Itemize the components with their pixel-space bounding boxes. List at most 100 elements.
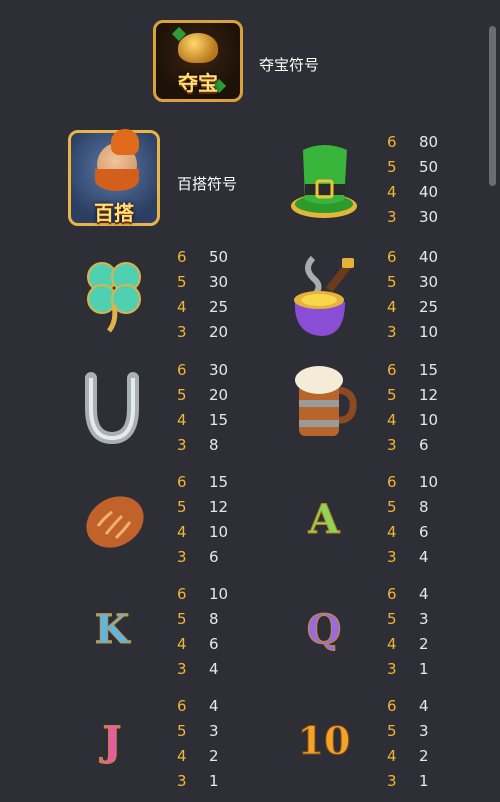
pay-row: 5 30 [387,270,438,295]
wild-label: 百搭符号 [177,175,238,193]
pay-row: 6 15 [387,358,438,383]
match-count: 5 [387,158,397,176]
paytable-horseshoe: 6 30 5 20 4 15 3 8 [177,358,228,458]
payout-value: 15 [209,473,229,491]
pay-row: 5 30 [177,270,228,295]
pay-row: 4 15 [177,408,228,433]
payout-value: 80 [419,133,439,151]
pay-row: 42 [177,744,219,769]
match-count: 6 [177,473,187,491]
payout-value: 6 [419,436,429,454]
payout-value: 30 [209,273,229,291]
scrollbar[interactable] [489,26,496,186]
bread-loaf-icon [86,496,144,548]
match-count: 5 [387,722,397,740]
match-count: 4 [177,635,187,653]
match-count: 6 [387,248,397,266]
match-count: 6 [387,133,397,151]
pay-row: 31 [387,769,429,794]
match-count: 5 [177,273,187,291]
pay-row: 3 20 [177,320,228,345]
pay-row: 4 40 [387,180,438,205]
match-count: 3 [387,436,397,454]
payout-value: 1 [209,772,219,790]
payout-value: 4 [209,660,219,678]
payout-value: 30 [209,361,229,379]
paytable-a: 6 10 5 8 4 6 3 4 [387,470,438,570]
paytable-ten: 64534231 [387,694,429,794]
payout-value: 15 [209,411,229,429]
match-count: 3 [177,323,187,341]
number-10-icon: 10 [297,718,351,764]
match-count: 3 [387,548,397,566]
payout-value: 1 [419,772,429,790]
pay-row: 53 [177,719,219,744]
scatter-label: 夺宝符号 [259,56,320,74]
match-count: 4 [387,635,397,653]
treasure-pot-icon: 夺宝 [153,20,243,102]
scatter-badge: 夺宝 [178,71,218,95]
payout-value: 2 [419,635,429,653]
paytable-mug: 6 15 5 12 4 10 3 6 [387,358,438,458]
match-count: 3 [387,323,397,341]
payout-value: 12 [209,498,229,516]
match-count: 3 [177,436,187,454]
pay-row: 4 25 [387,295,438,320]
match-count: 6 [177,697,187,715]
payout-value: 8 [209,610,219,628]
pay-row: 46 [387,520,438,545]
payout-value: 10 [419,411,439,429]
payout-value: 30 [419,208,439,226]
match-count: 6 [387,697,397,715]
match-count: 4 [177,747,187,765]
match-count: 6 [387,585,397,603]
payout-value: 1 [419,660,429,678]
payout-value: 3 [419,722,429,740]
match-count: 5 [177,722,187,740]
payout-value: 15 [419,361,439,379]
pay-row: 4 10 [387,408,438,433]
pay-row: 34 [387,545,438,570]
pay-row: 4 10 [177,520,228,545]
four-leaf-clover-icon [87,262,141,333]
match-count: 5 [387,386,397,404]
match-count: 4 [387,298,397,316]
pay-row: 5 20 [177,383,228,408]
pay-row: 64 [177,694,219,719]
pay-row: 4 25 [177,295,228,320]
pay-row: 58 [177,607,228,632]
payout-value: 8 [209,436,219,454]
pay-row: 6 50 [177,245,228,270]
pay-row: 36 [177,545,228,570]
payout-value: 20 [209,386,229,404]
payout-value: 12 [419,386,439,404]
pay-row: 6 10 [387,470,438,495]
letter-a-icon: A [308,496,340,544]
match-count: 3 [387,208,397,226]
pay-row: 42 [387,744,429,769]
letter-q-icon: Q [306,606,342,654]
match-count: 5 [387,498,397,516]
paytable-clover: 6 50 5 30 4 25 3 20 [177,245,228,345]
payout-value: 20 [209,323,229,341]
pay-row: 46 [177,632,228,657]
match-count: 6 [177,361,187,379]
pay-row: 6 15 [177,470,228,495]
match-count: 3 [177,772,187,790]
match-count: 4 [177,298,187,316]
payout-value: 25 [419,298,439,316]
leprechaun-icon: 百搭 [68,129,160,226]
paytable-pipe: 6 40 5 30 4 25 3 10 [387,245,438,345]
paytable-bread: 6 15 5 12 4 10 3 6 [177,470,228,570]
payout-value: 2 [419,747,429,765]
horseshoe-icon [85,372,139,445]
payout-value: 2 [209,747,219,765]
payout-value: 4 [419,697,429,715]
pay-row: 31 [387,657,429,682]
match-count: 4 [387,747,397,765]
paytable-q: 64534231 [387,582,429,682]
match-count: 3 [177,660,187,678]
pay-row: 53 [387,719,429,744]
pay-row: 6 80 [387,130,438,155]
paytable-k: 6 10 5 8 4 6 3 4 [177,582,228,682]
